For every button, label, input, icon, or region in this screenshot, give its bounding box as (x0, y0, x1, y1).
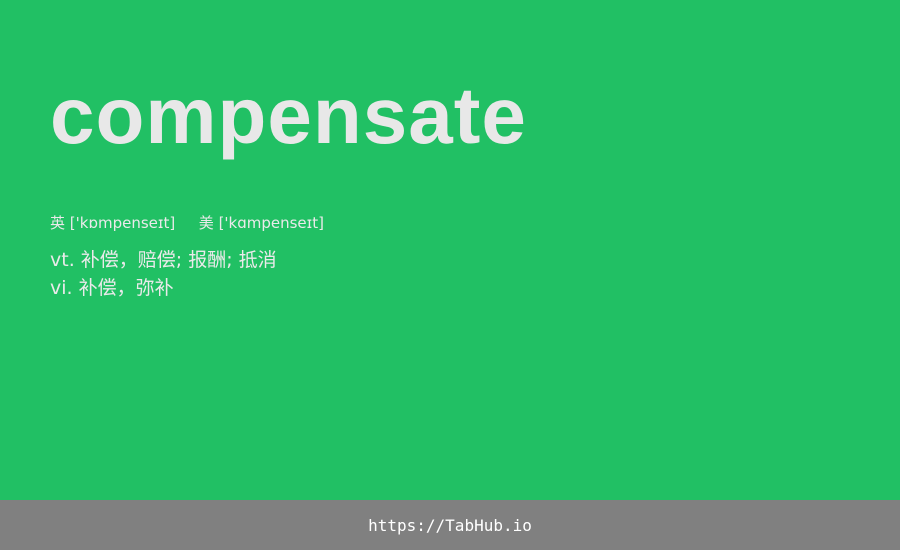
definitions: vt. 补偿，赔偿; 报酬; 抵消 vi. 补偿，弥补 (50, 246, 277, 302)
part-of-speech: vt. (50, 249, 75, 271)
word-title: compensate (50, 71, 527, 160)
definition-text: 补偿，弥补 (78, 277, 174, 299)
us-phonetic: ['kɑmpenseɪt] (218, 214, 324, 232)
word-card: compensate 英 ['kɒmpenseɪt] 美 ['kɑmpenseɪ… (0, 0, 900, 500)
part-of-speech: vi. (50, 277, 73, 299)
uk-label: 英 (50, 214, 66, 232)
tabhub-link[interactable]: https://TabHub.io (368, 516, 532, 535)
definition-text: 补偿，赔偿; 报酬; 抵消 (80, 249, 277, 271)
definition-line-vt: vt. 补偿，赔偿; 报酬; 抵消 (50, 246, 277, 274)
us-label: 美 (198, 214, 214, 232)
definition-line-vi: vi. 补偿，弥补 (50, 274, 277, 302)
phonetics: 英 ['kɒmpenseɪt] 美 ['kɑmpenseɪt] (50, 212, 324, 234)
footer-bar: https://TabHub.io (0, 500, 900, 550)
uk-phonetic: ['kɒmpenseɪt] (69, 214, 176, 232)
